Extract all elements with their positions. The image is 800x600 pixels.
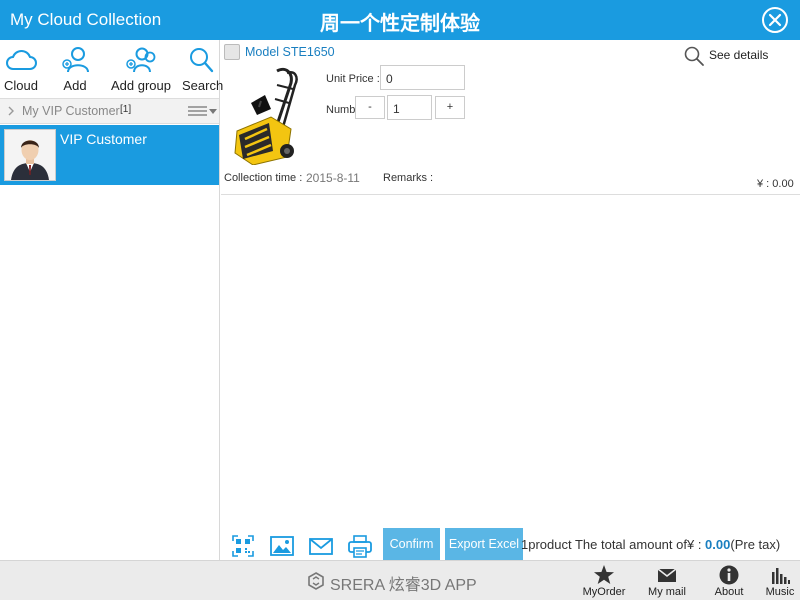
search-button[interactable]: Search (182, 45, 224, 93)
mail-icon (657, 568, 677, 582)
increase-quantity-button[interactable]: + (435, 96, 465, 119)
order-total-summary: 1product The total amount of¥ : 0.00(Pre… (521, 537, 780, 552)
export-excel-button[interactable]: Export Excel (445, 528, 523, 560)
collection-time-label: Collection time : (224, 172, 303, 184)
group-count: [1] (120, 104, 132, 115)
avatar (4, 129, 56, 181)
close-icon[interactable] (762, 7, 788, 33)
nav-mymail[interactable]: My mail (644, 564, 690, 598)
star-icon (594, 565, 614, 584)
menu-dropdown-icon[interactable] (188, 106, 218, 118)
quantity-input[interactable]: 1 (387, 95, 432, 120)
search-icon (190, 48, 214, 73)
search-label: Search (182, 78, 224, 93)
app-title: My Cloud Collection (10, 10, 162, 29)
add-group-label: Add group (111, 78, 171, 93)
cloud-icon (6, 50, 37, 70)
magnifier-icon (684, 46, 704, 66)
customer-group-header[interactable]: My VIP Customer [1] (0, 98, 219, 124)
nav-about-label: About (714, 586, 744, 598)
unit-price-input[interactable]: 0 (380, 65, 465, 90)
nav-about[interactable]: About (710, 564, 748, 598)
decrease-quantity-button[interactable]: - (355, 96, 385, 119)
customer-sidebar: Cloud Add user Add group Search My VIP C… (0, 40, 224, 560)
add-group-icon (126, 47, 156, 73)
see-details-button[interactable]: See details (684, 46, 769, 66)
image-icon[interactable] (270, 535, 294, 557)
total-suffix: (Pre tax) (730, 537, 781, 552)
print-icon[interactable] (348, 535, 372, 559)
bottom-navigation: SRERA 炫睿3D APP MyOrder My mail About Mus… (0, 560, 800, 600)
music-bars-icon (772, 568, 790, 584)
nav-myorder[interactable]: MyOrder (580, 564, 628, 598)
qr-code-icon[interactable] (232, 535, 254, 557)
cloud-button[interactable]: Cloud (4, 45, 38, 93)
product-model[interactable]: Model STE1650 (245, 45, 335, 59)
collection-panel: Model STE1650 See details Unit Price : 0… (221, 40, 800, 560)
total-amount: 0.00 (705, 537, 731, 552)
brand-text: SRERA 炫睿3D APP (330, 577, 477, 594)
collection-time-value: 2015-8-11 (306, 171, 360, 185)
group-name: My VIP Customer (22, 104, 120, 118)
see-details-label: See details (709, 48, 769, 62)
line-total: ¥ : 0.00 (757, 178, 794, 190)
customer-list-item[interactable]: VIP Customer (0, 125, 219, 185)
chevron-right-icon (8, 106, 14, 116)
add-group-button[interactable]: Add group (111, 45, 171, 93)
remarks-label[interactable]: Remarks : (383, 172, 433, 184)
add-user-icon (62, 47, 89, 73)
total-prefix: 1product The total amount of¥ : (521, 537, 706, 552)
product-checkbox[interactable] (224, 44, 240, 60)
nav-mymail-label: My mail (648, 586, 686, 598)
snow-thrower-image[interactable] (231, 65, 313, 165)
nav-music-label: Music (765, 586, 795, 598)
srera-logo-icon (308, 572, 324, 590)
nav-myorder-label: MyOrder (582, 586, 626, 598)
customer-name: VIP Customer (60, 131, 147, 147)
mail-icon[interactable] (309, 535, 333, 557)
divider (221, 194, 800, 195)
cloud-label: Cloud (4, 78, 38, 93)
nav-music[interactable]: Music (762, 564, 798, 598)
info-icon (719, 565, 739, 585)
unit-price-label: Unit Price : (326, 73, 380, 85)
title-bar: My Cloud Collection 周一个性定制体验 (0, 0, 800, 40)
confirm-button[interactable]: Confirm (383, 528, 440, 560)
